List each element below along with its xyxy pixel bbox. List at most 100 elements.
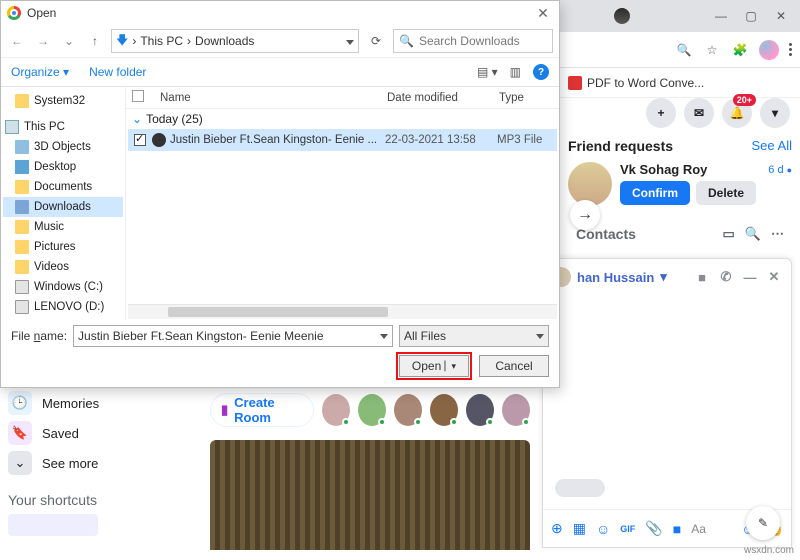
extensions-icon[interactable]: 🧩 <box>731 41 749 59</box>
tree-label: Documents <box>34 181 92 193</box>
column-headers[interactable]: Name Date modified Type <box>126 87 559 109</box>
post-image[interactable] <box>210 440 530 550</box>
chat-video-icon[interactable]: ■ <box>693 270 711 285</box>
tree-item-system32[interactable]: System32 <box>3 91 123 111</box>
create-button[interactable]: + <box>646 98 676 128</box>
filename-input[interactable]: Justin Bieber Ft.Sean Kingston- Eenie Me… <box>73 325 393 347</box>
tree-item-pictures[interactable]: Pictures <box>3 237 123 257</box>
sidebar-item-memories[interactable]: 🕒Memories <box>8 388 178 418</box>
attach-image-icon[interactable]: ▦ <box>573 520 586 538</box>
window-maximize[interactable]: ▢ <box>736 4 766 28</box>
tree-item-thispc[interactable]: This PC <box>3 117 123 137</box>
chat-text-input[interactable]: Aa <box>691 522 721 536</box>
tree-item-documents[interactable]: Documents <box>3 177 123 197</box>
attach-camera-icon[interactable]: ■ <box>673 520 682 538</box>
contact-avatar[interactable] <box>358 394 386 426</box>
contact-avatar[interactable] <box>466 394 494 426</box>
file-name: Justin Bieber Ft.Sean Kingston- Eenie ..… <box>170 134 377 146</box>
search-input[interactable]: 🔍 Search Downloads <box>393 29 553 53</box>
confirm-button[interactable]: Confirm <box>620 181 690 205</box>
attach-plus-icon[interactable]: ⊕ <box>551 520 563 538</box>
chat-call-icon[interactable]: ✆ <box>717 269 735 285</box>
file-group-today[interactable]: ⌄Today (25) <box>126 109 559 129</box>
menu-kebab-icon[interactable] <box>789 43 792 56</box>
chat-chevron-down-icon[interactable]: ▾ <box>660 269 667 285</box>
preview-pane-icon[interactable]: ▥ <box>510 65 521 79</box>
tree-item-music[interactable]: Music <box>3 217 123 237</box>
chevron-down-icon[interactable]: ⌄ <box>59 31 79 51</box>
delete-button[interactable]: Delete <box>696 181 756 205</box>
file-filter-select[interactable]: All Files <box>399 325 549 347</box>
contact-avatar[interactable] <box>394 394 422 426</box>
tree-item-windows-c[interactable]: Windows (C:) <box>3 277 123 297</box>
file-row[interactable]: Justin Bieber Ft.Sean Kingston- Eenie ..… <box>128 129 557 151</box>
nav-tree[interactable]: System32 This PC 3D Objects Desktop Docu… <box>1 87 126 319</box>
nav-back-button[interactable]: ← <box>7 31 27 51</box>
select-all-checkbox[interactable] <box>132 90 144 102</box>
story-next-button[interactable]: → <box>570 200 600 230</box>
breadcrumb-current[interactable]: Downloads <box>195 34 254 48</box>
sidebar-item-seemore[interactable]: ⌄See more <box>8 448 178 478</box>
contact-avatar[interactable] <box>502 394 530 426</box>
zoom-icon[interactable]: 🔍 <box>675 41 693 59</box>
col-name[interactable]: Name <box>156 92 387 104</box>
new-folder-button[interactable]: New folder <box>89 65 146 79</box>
contact-avatar[interactable] <box>430 394 458 426</box>
attach-gif-icon[interactable]: GIF <box>620 520 635 538</box>
nav-up-button[interactable]: ↑ <box>85 31 105 51</box>
file-list-area: Name Date modified Type ⌄Today (25) Just… <box>126 87 559 319</box>
tree-item-desktop[interactable]: Desktop <box>3 157 123 177</box>
messenger-button[interactable]: ✉ <box>684 98 714 128</box>
scrollbar-thumb[interactable] <box>168 307 388 317</box>
create-room-button[interactable]: ▮ Create Room <box>210 393 314 427</box>
cancel-button[interactable]: Cancel <box>479 355 549 377</box>
new-message-button[interactable]: ✎ <box>746 506 780 540</box>
chat-contact-name[interactable]: han Hussain <box>577 270 654 285</box>
breadcrumb-root[interactable]: This PC <box>140 34 183 48</box>
chat-close-icon[interactable]: ✕ <box>765 269 783 285</box>
tree-item-downloads[interactable]: Downloads <box>3 197 123 217</box>
tree-item-3dobjects[interactable]: 3D Objects <box>3 137 123 157</box>
chevron-down-icon: ⌄ <box>132 112 142 126</box>
dialog-titlebar[interactable]: Open ✕ <box>1 1 559 25</box>
star-icon[interactable]: ☆ <box>703 41 721 59</box>
col-date[interactable]: Date modified <box>387 92 499 104</box>
sidebar-item-saved[interactable]: 🔖Saved <box>8 418 178 448</box>
tree-item-videos[interactable]: Videos <box>3 257 123 277</box>
tree-item-lenovo-d[interactable]: LENOVO (D:) <box>3 297 123 317</box>
window-close[interactable]: ✕ <box>766 4 796 28</box>
see-all-link[interactable]: See All <box>752 138 792 154</box>
watermark: wsxdn.com <box>744 545 794 556</box>
address-dropdown-icon[interactable] <box>346 34 354 48</box>
attach-file-icon[interactable]: 📎 <box>645 520 662 538</box>
organize-menu[interactable]: Organize ▾ <box>11 65 69 79</box>
file-checkbox[interactable] <box>134 134 146 146</box>
profile-avatar-icon[interactable] <box>759 40 779 60</box>
window-minimize[interactable]: — <box>706 4 736 28</box>
search-placeholder: Search Downloads <box>419 34 520 48</box>
chat-minimize-icon[interactable]: — <box>741 270 759 285</box>
open-button[interactable]: Open ▏▾ <box>399 355 469 377</box>
objects3d-icon <box>15 140 29 154</box>
account-button[interactable]: ▾ <box>760 98 790 128</box>
attach-sticker-icon[interactable]: ☺ <box>596 520 610 538</box>
request-avatar[interactable] <box>568 162 612 206</box>
request-name[interactable]: Vk Sohag Roy <box>620 162 707 177</box>
view-mode-icon[interactable]: ▤ ▾ <box>477 65 498 79</box>
help-icon[interactable]: ? <box>533 64 549 80</box>
bookmark-label[interactable]: PDF to Word Conve... <box>587 76 704 90</box>
address-bar[interactable]: 🡇 › This PC › Downloads <box>111 29 359 53</box>
new-room-icon[interactable]: ▭ <box>723 226 735 242</box>
nav-forward-button[interactable]: → <box>33 31 53 51</box>
horizontal-scrollbar[interactable] <box>128 304 557 319</box>
filename-dropdown-icon[interactable] <box>380 334 388 339</box>
refresh-button[interactable]: ⟳ <box>365 34 387 48</box>
contacts-options-icon[interactable]: ⋯ <box>771 226 784 242</box>
dialog-footer: File name: Justin Bieber Ft.Sean Kingsto… <box>1 319 559 387</box>
col-type[interactable]: Type <box>499 92 559 104</box>
search-contacts-icon[interactable]: 🔍 <box>745 226 761 242</box>
contact-avatar[interactable] <box>322 394 350 426</box>
file-date: 22-03-2021 13:58 <box>385 134 497 146</box>
dialog-close-icon[interactable]: ✕ <box>533 5 553 22</box>
notifications-button[interactable]: 🔔20+ <box>722 98 752 128</box>
